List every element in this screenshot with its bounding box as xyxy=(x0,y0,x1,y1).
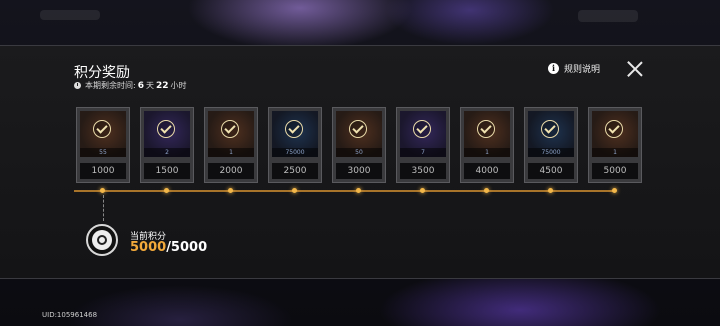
days-unit: 天 xyxy=(145,81,154,90)
reward-points: 5000 xyxy=(592,163,638,179)
milestone-dot xyxy=(484,188,489,193)
milestone-dot xyxy=(164,188,169,193)
blurred-header-text xyxy=(578,10,638,22)
progress-track xyxy=(74,190,616,192)
claimed-check-icon xyxy=(413,120,431,138)
reward-quantity: 1 xyxy=(208,148,254,157)
timer-label: 本期剩余时间: xyxy=(85,81,136,90)
reward-points: 1000 xyxy=(80,163,126,179)
user-id: UID:105961468 xyxy=(42,311,98,319)
milestone-dot xyxy=(356,188,361,193)
reward-card[interactable]: 7 3500 xyxy=(396,107,450,183)
avatar xyxy=(86,224,118,256)
reward-card[interactable]: 2 1500 xyxy=(140,107,194,183)
days-value: 6 xyxy=(137,80,144,91)
reward-points: 2500 xyxy=(272,163,318,179)
reward-quantity: 50 xyxy=(336,148,382,157)
hours-unit: 小时 xyxy=(170,81,187,90)
reward-card[interactable]: 75000 2500 xyxy=(268,107,322,183)
player-icon xyxy=(92,230,112,250)
claimed-check-icon xyxy=(157,120,175,138)
claimed-check-icon xyxy=(349,120,367,138)
rules-label: 规则说明 xyxy=(564,65,601,75)
reward-points: 4000 xyxy=(464,163,510,179)
progress-connector xyxy=(103,195,104,221)
reward-card[interactable]: 50 3000 xyxy=(332,107,386,183)
reward-card[interactable]: 75000 4500 xyxy=(524,107,578,183)
panel-title: 积分奖励 xyxy=(74,65,130,81)
claimed-check-icon xyxy=(93,120,111,138)
reward-quantity: 1 xyxy=(464,148,510,157)
hours-value: 22 xyxy=(155,80,169,91)
close-icon[interactable] xyxy=(626,60,644,78)
milestone-dot xyxy=(612,188,617,193)
claimed-check-icon xyxy=(541,120,559,138)
claimed-check-icon xyxy=(477,120,495,138)
reward-quantity: 2 xyxy=(144,148,190,157)
reward-quantity: 7 xyxy=(400,148,446,157)
milestone-dot xyxy=(228,188,233,193)
reward-points: 1500 xyxy=(144,163,190,179)
milestone-dot xyxy=(100,188,105,193)
reward-card[interactable]: 1 2000 xyxy=(204,107,258,183)
reward-card[interactable]: 55 1000 xyxy=(76,107,130,183)
reward-card[interactable]: 1 4000 xyxy=(460,107,514,183)
current-points: 5000/5000 xyxy=(130,240,207,255)
rules-button[interactable]: i 规则说明 xyxy=(548,62,600,75)
blurred-header-text xyxy=(40,10,100,20)
reward-points: 4500 xyxy=(528,163,574,179)
reward-points: 3000 xyxy=(336,163,382,179)
claimed-check-icon xyxy=(221,120,239,138)
reward-quantity: 1 xyxy=(592,148,638,157)
milestone-dot xyxy=(420,188,425,193)
milestone-dot xyxy=(292,188,297,193)
reward-quantity: 75000 xyxy=(528,148,574,157)
clock-icon xyxy=(74,82,81,89)
reward-points: 2000 xyxy=(208,163,254,179)
info-icon: i xyxy=(548,63,559,74)
reward-quantity: 75000 xyxy=(272,148,318,157)
reward-points: 3500 xyxy=(400,163,446,179)
reward-quantity: 55 xyxy=(80,148,126,157)
remaining-time: 本期剩余时间: 6 天 22 小时 xyxy=(74,80,187,91)
milestone-dot xyxy=(548,188,553,193)
reward-card[interactable]: 1 5000 xyxy=(588,107,642,183)
current-points-value: 5000 xyxy=(130,240,167,255)
total-points-value: /5000 xyxy=(166,240,208,255)
claimed-check-icon xyxy=(285,120,303,138)
claimed-check-icon xyxy=(605,120,623,138)
